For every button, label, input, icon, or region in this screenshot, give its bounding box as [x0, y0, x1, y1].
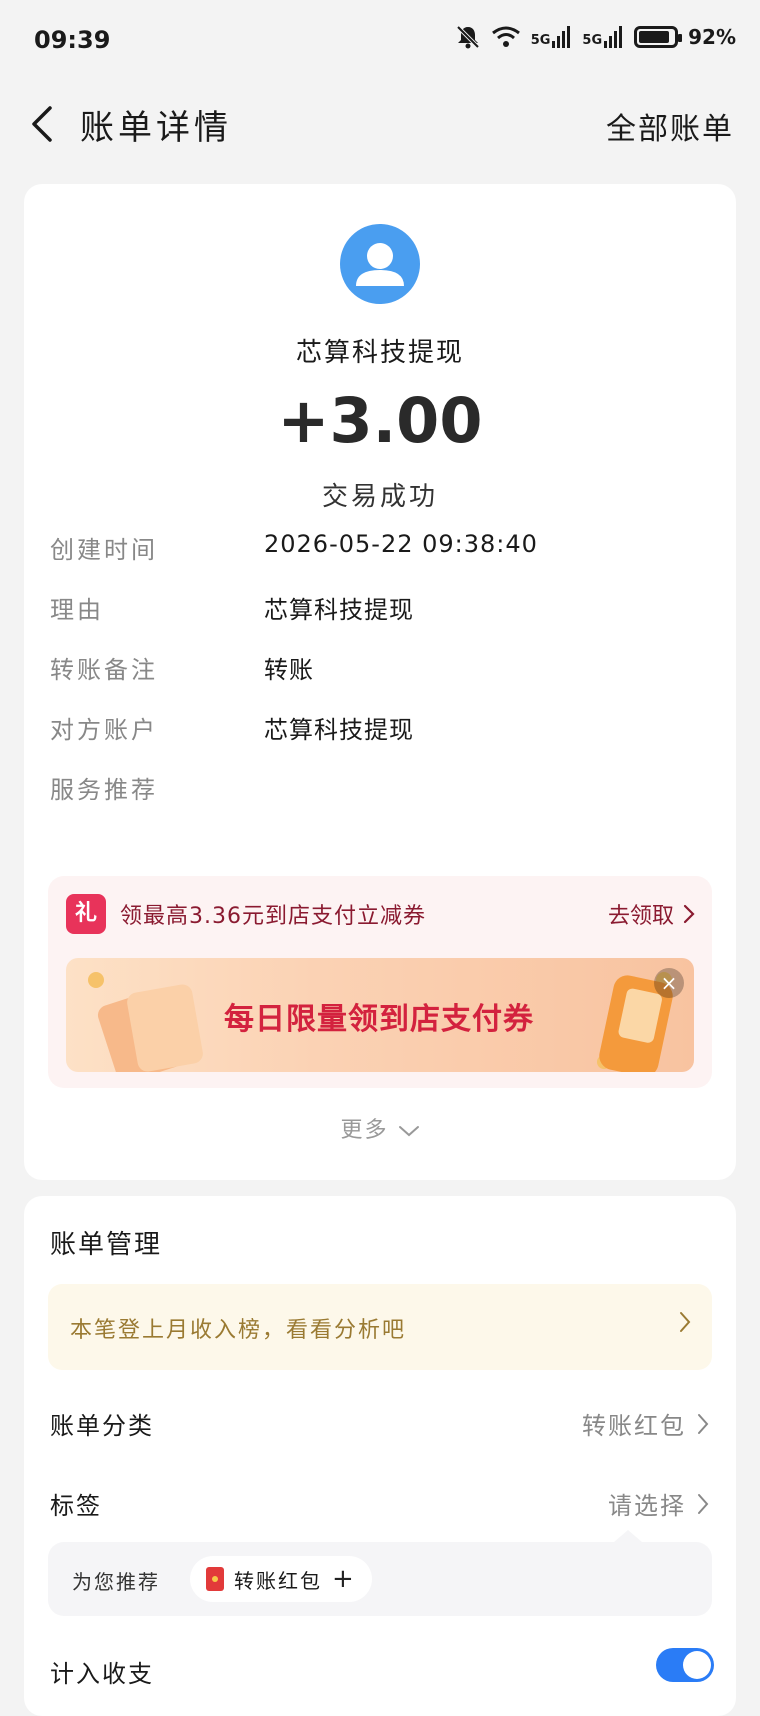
tag-label: 标签 — [50, 1492, 102, 1520]
detail-row-reason: 理由 芯算科技提现 — [50, 590, 710, 630]
detail-value: 转账 — [264, 656, 314, 684]
plus-icon: + — [332, 1564, 356, 1594]
detail-label: 创建时间 — [50, 536, 158, 564]
transaction-amount: +3.00 — [277, 384, 483, 457]
detail-row-note: 转账备注 转账 — [50, 650, 710, 690]
ticket-illustration-icon — [88, 972, 203, 1072]
chevron-down-icon — [398, 1126, 419, 1137]
recommend-label: 为您推荐 — [72, 1570, 160, 1594]
tag-value-wrap: 请选择 — [608, 1486, 710, 1521]
signal-5g-2: 5G — [582, 26, 624, 48]
count-in-balance-label: 计入收支 — [50, 1660, 154, 1688]
category-row[interactable]: 账单分类 转账红包 — [50, 1406, 710, 1450]
detail-value: 芯算科技提现 — [264, 716, 414, 744]
detail-row-service: 服务推荐 — [50, 770, 710, 810]
more-label: 更多 — [340, 1118, 389, 1143]
bill-management-card: 账单管理 本笔登上月收入榜，看看分析吧 账单分类 转账红包 标签 请选择 为您推… — [24, 1196, 736, 1716]
transaction-status: 交易成功 — [321, 482, 438, 512]
banner-text: 每日限量领到店支付券 — [224, 1002, 534, 1037]
avatar — [340, 224, 420, 304]
signal-bars-icon — [604, 26, 623, 48]
detail-row-account: 对方账户 芯算科技提现 — [50, 710, 710, 750]
tag-value: 请选择 — [608, 1492, 686, 1520]
back-arrow-icon[interactable] — [24, 102, 68, 146]
battery-icon — [634, 26, 683, 48]
detail-value: 2026-05-22 09:38:40 — [264, 530, 538, 558]
category-value-wrap: 转账红包 — [582, 1406, 710, 1441]
status-time: 09:39 — [34, 26, 111, 54]
signal-label-2: 5G — [582, 33, 603, 48]
all-bills-link[interactable]: 全部账单 — [606, 104, 734, 148]
claim-label: 去领取 — [607, 904, 674, 929]
chip-label: 转账红包 — [234, 1568, 322, 1593]
chevron-right-icon — [698, 1493, 709, 1514]
wifi-icon — [491, 26, 520, 47]
payee-name: 芯算科技提现 — [295, 338, 464, 368]
red-envelope-icon — [206, 1567, 224, 1591]
tag-recommendation: 为您推荐 转账红包 + — [48, 1530, 712, 1616]
mute-bell-icon — [456, 25, 480, 49]
more-button[interactable]: 更多 — [24, 1112, 736, 1144]
tag-chip-transfer-redpacket[interactable]: 转账红包 + — [190, 1556, 372, 1602]
claim-coupon-link[interactable]: 去领取 — [608, 898, 696, 930]
detail-label: 转账备注 — [50, 656, 158, 684]
battery-percent: 92% — [688, 25, 736, 49]
detail-label: 理由 — [50, 596, 104, 624]
promo-box[interactable]: 礼 领最高3.36元到店支付立减券 去领取 每日限量领到店支付券 × — [48, 876, 712, 1088]
chevron-right-icon — [683, 904, 695, 924]
transaction-card: 芯算科技提现 +3.00 交易成功 创建时间 2026-05-22 09:38:… — [24, 184, 736, 1180]
chevron-right-icon — [698, 1413, 709, 1434]
count-in-balance-toggle[interactable] — [656, 1648, 714, 1682]
chevron-right-icon — [680, 1312, 691, 1332]
income-rank-hint[interactable]: 本笔登上月收入榜，看看分析吧 — [48, 1284, 712, 1370]
category-value: 转账红包 — [582, 1412, 686, 1440]
promo-text: 领最高3.36元到店支付立减券 — [120, 904, 426, 929]
detail-row-created: 创建时间 2026-05-22 09:38:40 — [50, 530, 710, 570]
gift-icon: 礼 — [66, 894, 106, 934]
hint-text: 本笔登上月收入榜，看看分析吧 — [70, 1318, 407, 1343]
signal-bars-icon — [552, 26, 571, 48]
detail-value: 芯算科技提现 — [264, 596, 414, 624]
coupon-banner[interactable]: 每日限量领到店支付券 × — [66, 958, 694, 1072]
nav-bar: 账单详情 全部账单 — [0, 88, 760, 184]
user-icon — [356, 243, 404, 286]
tag-row[interactable]: 标签 请选择 — [50, 1486, 710, 1530]
category-label: 账单分类 — [50, 1412, 154, 1440]
section-title: 账单管理 — [50, 1230, 163, 1260]
page-title: 账单详情 — [80, 108, 232, 148]
signal-5g-1: 5G — [531, 26, 573, 48]
detail-label: 对方账户 — [50, 716, 158, 744]
detail-label: 服务推荐 — [50, 776, 158, 804]
close-icon[interactable]: × — [654, 968, 684, 998]
status-bar: 09:39 5G 5G 92% — [0, 0, 760, 88]
signal-label-1: 5G — [530, 33, 551, 48]
pointer-arrow — [614, 1530, 642, 1542]
status-icons: 5G 5G 92% — [455, 24, 736, 50]
